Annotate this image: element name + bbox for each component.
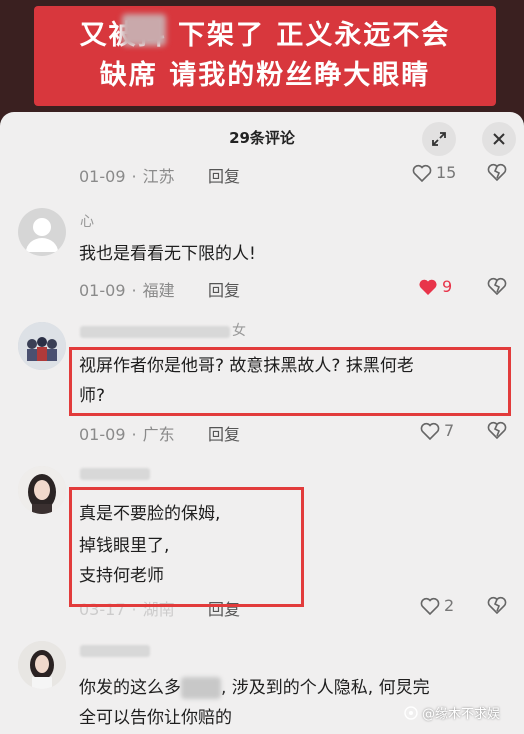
dislike-button[interactable] [487, 163, 507, 185]
comment-text: 我也是看看无下限的人! [79, 244, 256, 264]
broken-heart-icon [487, 163, 507, 182]
comment-date: 01-09 [79, 281, 126, 300]
comment-location: 广东 [142, 425, 175, 444]
dislike-button[interactable] [487, 277, 507, 299]
watermark-text: @缘木不求娱 [422, 707, 501, 722]
expand-icon [432, 132, 446, 146]
like-button[interactable]: 7 [420, 421, 454, 440]
like-button[interactable]: 9 [418, 277, 452, 296]
avatar[interactable] [18, 322, 66, 370]
like-count: 9 [442, 277, 453, 296]
comment-text-part: 你发的这么多 [79, 678, 181, 698]
avatar[interactable] [18, 466, 66, 514]
platform-logo-icon [404, 705, 418, 720]
username[interactable]: 心 [80, 211, 94, 231]
watermark: @缘木不求娱 [404, 703, 500, 722]
censor-blur [122, 14, 166, 46]
broken-heart-icon [487, 421, 507, 440]
avatar-portrait-photo [18, 466, 66, 514]
avatar[interactable] [18, 641, 66, 689]
comment-location: 福建 [142, 281, 175, 300]
dislike-button[interactable] [487, 421, 507, 443]
comment-text-line: 全可以告你让你赔的 [79, 708, 232, 728]
comment-meta: 01-09 · 江苏 [79, 167, 175, 186]
comment-text-part: , 涉及到的个人隐私, 何炅完 [221, 678, 430, 698]
comment-location: 江苏 [142, 167, 175, 186]
like-button[interactable]: 2 [420, 596, 454, 615]
avatar[interactable] [18, 208, 66, 256]
reply-button[interactable]: 回复 [208, 421, 240, 445]
banner-caption: 又被抖 下架了 正义永远不会 缺席 请我的粉丝睁大眼睛 [34, 6, 496, 106]
username-censored [80, 468, 150, 480]
like-count: 15 [436, 163, 457, 182]
like-count: 7 [444, 421, 455, 440]
comment-date: 01-09 [79, 425, 126, 444]
comment-meta: 01-09 · 福建 [79, 281, 175, 300]
broken-heart-icon [487, 596, 507, 615]
avatar-portrait-photo [18, 641, 66, 689]
username-censored [80, 645, 150, 657]
sheet-header: 29条评论 [0, 112, 524, 162]
expand-button[interactable] [422, 122, 456, 156]
heart-icon [412, 164, 432, 182]
highlight-box [69, 347, 511, 416]
avatar-group-photo [18, 322, 66, 370]
heart-filled-icon [419, 279, 437, 295]
default-avatar-icon [26, 218, 58, 252]
broken-heart-icon [487, 277, 507, 296]
censor-blur [181, 677, 221, 699]
username-censored [80, 326, 230, 338]
heart-icon [420, 597, 440, 615]
comment-text-line: 你发的这么多 , 涉及到的个人隐私, 何炅完 [79, 674, 430, 703]
comment-date: 01-09 [79, 167, 126, 186]
reply-button[interactable]: 回复 [208, 277, 240, 301]
comment-meta: 01-09 · 广东 [79, 425, 175, 444]
close-icon [493, 133, 505, 145]
like-count: 2 [444, 596, 455, 615]
username-fragment: 女 [232, 323, 246, 339]
banner-line-2: 缺席 请我的粉丝睁大眼睛 [99, 60, 431, 91]
reply-button[interactable]: 回复 [208, 163, 240, 187]
close-button[interactable] [482, 122, 516, 156]
dislike-button[interactable] [487, 596, 507, 618]
heart-icon [420, 422, 440, 440]
like-button[interactable]: 15 [412, 163, 456, 182]
highlight-box [69, 487, 304, 607]
video-banner: 又被抖 下架了 正义永远不会 缺席 请我的粉丝睁大眼睛 [0, 0, 524, 120]
